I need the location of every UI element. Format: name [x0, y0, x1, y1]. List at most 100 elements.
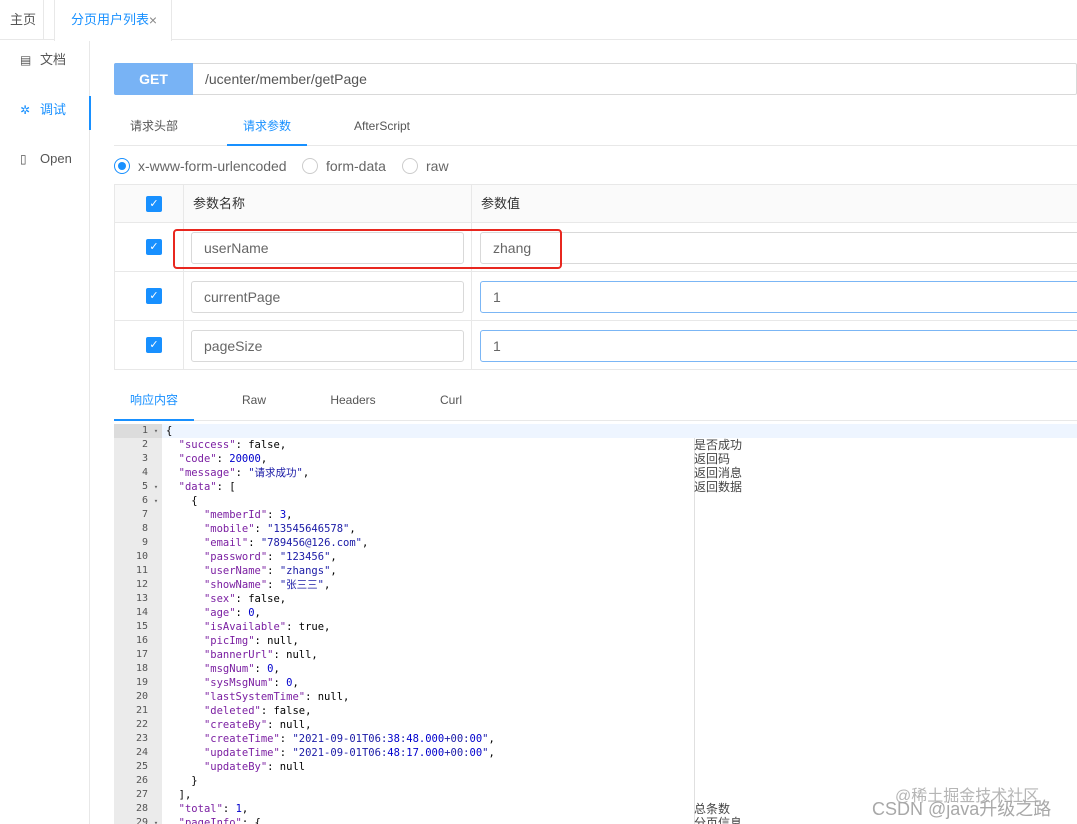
line-number: 10	[135, 551, 148, 562]
close-icon[interactable]: ×	[149, 0, 157, 40]
param-name-header: 参数名称	[193, 196, 246, 211]
file-icon: ▯	[20, 152, 27, 166]
code-line: 13 "sex": false,	[114, 592, 1077, 606]
document-icon: ▤	[20, 53, 32, 67]
fold-toggle-icon[interactable]: ▾	[152, 494, 160, 508]
line-number: 19	[135, 677, 148, 688]
code-text: ],	[166, 789, 192, 801]
param-name-input[interactable]	[191, 281, 464, 313]
code-text: "code": 20000,	[178, 453, 268, 465]
line-number: 16	[135, 635, 148, 646]
tab-paged-user-list[interactable]: 分页用户列表 ×	[54, 0, 172, 41]
fold-toggle-icon[interactable]: ▾	[152, 424, 160, 438]
sidebar-item-open[interactable]: ▯ Open	[0, 137, 90, 181]
tab-label: 分页用户列表	[71, 12, 150, 27]
line-number: 15	[135, 621, 148, 632]
radio-circle	[114, 158, 130, 174]
code-line: 16 "picImg": null,	[114, 634, 1077, 648]
code-text: {	[166, 495, 198, 507]
sidebar-item-debug[interactable]: ✲ 调试	[0, 88, 91, 132]
table-row: ✓	[115, 272, 1077, 321]
url-input[interactable]	[195, 64, 1075, 94]
sidebar-item-label: Open	[40, 151, 72, 166]
fold-toggle-icon[interactable]: ▾	[152, 816, 160, 824]
param-value-input[interactable]	[480, 281, 1077, 313]
code-text: "pageInfo": {	[178, 817, 261, 824]
response-code-editor[interactable]: 1 ▾{2 "success": false, 是否成功 3 "code": 2000…	[114, 424, 1077, 824]
tab-request-headers[interactable]: 请求头部	[114, 107, 194, 146]
row-checkbox[interactable]: ✓	[146, 337, 162, 353]
param-name-input[interactable]	[191, 232, 464, 264]
code-text: "sysMsgNum": 0,	[203, 677, 299, 689]
radio-circle	[302, 158, 318, 174]
field-description: 返回消息	[694, 466, 743, 480]
column-divider	[183, 185, 184, 222]
code-line: 21 "deleted": false,	[114, 704, 1077, 718]
param-name-input[interactable]	[191, 330, 464, 362]
tab-after-script[interactable]: AfterScript	[342, 107, 422, 146]
tab-home[interactable]: 主页	[0, 0, 44, 40]
code-line: 9 "email": "789456@126.com",	[114, 536, 1077, 550]
code-line: 22 "createBy": null,	[114, 718, 1077, 732]
method-button[interactable]: GET	[114, 63, 193, 95]
code-text: {	[166, 425, 173, 437]
table-header-row: ✓ 参数名称 参数值	[115, 185, 1077, 223]
code-line: 12 "showName": "张三三",	[114, 578, 1077, 592]
line-number: 8	[141, 523, 148, 534]
sidebar-item-docs[interactable]: ▤ 文档	[0, 38, 90, 82]
tab-headers[interactable]: Headers	[313, 381, 393, 421]
code-text: "age": 0,	[203, 607, 261, 619]
tab-raw[interactable]: Raw	[214, 381, 294, 421]
code-line: 3 "code": 20000, 返回码	[114, 452, 1077, 466]
param-value-input[interactable]	[480, 330, 1077, 362]
radio-raw[interactable]: raw	[402, 154, 462, 178]
code-text: "password": "123456",	[203, 551, 337, 563]
sidebar-item-label: 调试	[40, 102, 67, 117]
table-row: ✓	[115, 321, 1077, 370]
radio-label: form-data	[326, 158, 386, 174]
code-line: 6 ▾ {	[114, 494, 1077, 508]
line-number: 12	[135, 579, 148, 590]
watermark-csdn: CSDN @java升级之路	[872, 799, 1052, 819]
code-text: "success": false,	[178, 439, 287, 451]
code-line: 8 "mobile": "13545646578",	[114, 522, 1077, 536]
code-text: "data": [	[178, 481, 236, 493]
radio-label: raw	[426, 158, 449, 174]
select-all-checkbox[interactable]: ✓	[146, 196, 162, 212]
code-line: 14 "age": 0,	[114, 606, 1077, 620]
line-number: 3	[141, 453, 148, 464]
params-table: ✓ 参数名称 参数值 ✓ ✓ ✓	[114, 184, 1077, 370]
param-value-input[interactable]	[480, 232, 1077, 264]
tab-response-content[interactable]: 响应内容	[114, 381, 194, 421]
code-line: 25 "updateBy": null	[114, 760, 1077, 774]
line-number: 21	[135, 705, 148, 716]
top-tab-bar: 主页 分页用户列表 ×	[0, 0, 1077, 41]
sidebar-item-label: 文档	[40, 52, 67, 67]
code-text: "bannerUrl": null,	[203, 649, 318, 661]
tab-curl[interactable]: Curl	[411, 381, 491, 421]
row-checkbox[interactable]: ✓	[146, 239, 162, 255]
code-text: "total": 1,	[178, 803, 249, 815]
line-number: 9	[141, 537, 148, 548]
line-number: 7	[141, 509, 148, 520]
row-checkbox[interactable]: ✓	[146, 288, 162, 304]
side-menu: ▤ 文档 ✲ 调试 ▯ Open	[0, 38, 91, 824]
code-text: "picImg": null,	[203, 635, 299, 647]
code-line: 2 "success": false, 是否成功	[114, 438, 1077, 452]
code-text: "showName": "张三三",	[203, 579, 331, 591]
line-number: 4	[141, 467, 148, 478]
line-number: 14	[135, 607, 148, 618]
code-text: "message": "请求成功",	[178, 467, 310, 479]
line-number: 20	[135, 691, 148, 702]
fold-toggle-icon[interactable]: ▾	[152, 480, 160, 494]
radio-form-data[interactable]: form-data	[302, 154, 392, 178]
code-text: "email": "789456@126.com",	[203, 537, 369, 549]
line-number: 13	[135, 593, 148, 604]
code-text: "deleted": false,	[203, 705, 312, 717]
code-lines: 1 ▾{2 "success": false, 是否成功 3 "code": 2000…	[114, 424, 1077, 824]
radio-urlencoded[interactable]: x-www-form-urlencoded	[114, 154, 294, 178]
field-description: 总条数	[694, 802, 731, 816]
tab-request-params[interactable]: 请求参数	[227, 107, 307, 146]
code-text: "updateTime": "2021-09-01T06:48:17.000+0…	[203, 747, 495, 759]
response-tabs: 响应内容 Raw Headers Curl	[114, 381, 1077, 421]
